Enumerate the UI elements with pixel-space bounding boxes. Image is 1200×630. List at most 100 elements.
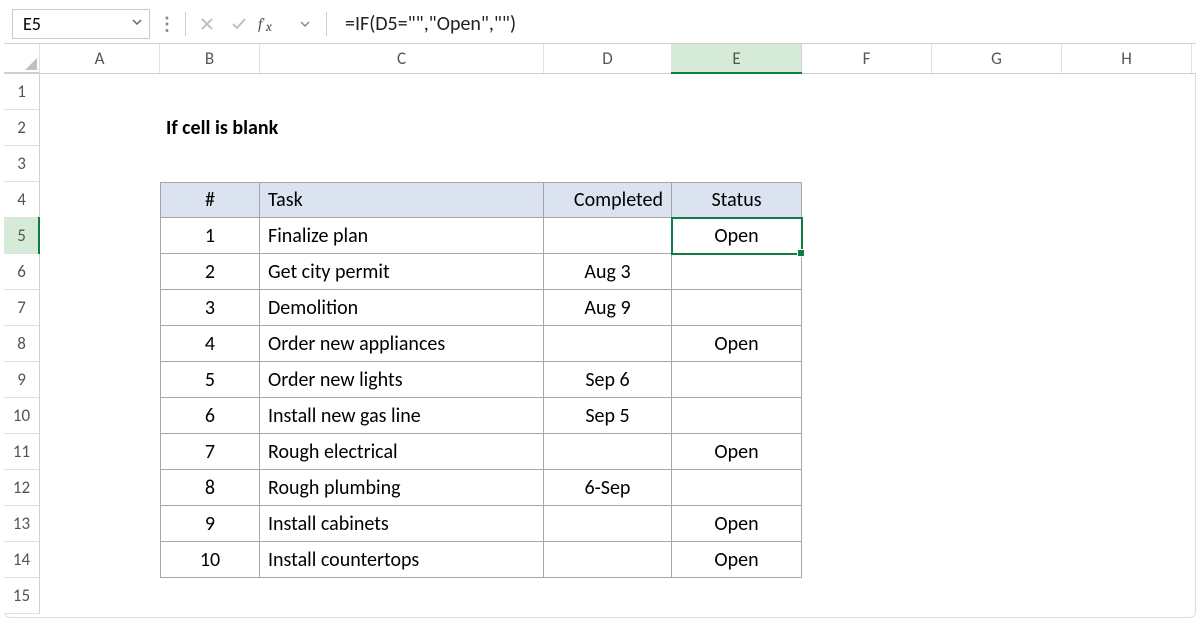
table-header[interactable]: #: [160, 182, 260, 218]
row-header[interactable]: 4: [4, 182, 40, 218]
cell[interactable]: [932, 506, 1062, 542]
formula-input[interactable]: =IF(D5="","Open",""): [335, 12, 516, 36]
col-header[interactable]: A: [40, 44, 160, 73]
cell[interactable]: [1192, 182, 1200, 218]
cell[interactable]: [1192, 218, 1200, 254]
cell[interactable]: [802, 542, 932, 578]
cell[interactable]: [40, 470, 160, 506]
cell[interactable]: [932, 398, 1062, 434]
row-header[interactable]: 10: [4, 398, 40, 434]
table-cell[interactable]: Demolition: [260, 290, 544, 326]
col-header[interactable]: H: [1062, 44, 1192, 73]
table-header[interactable]: Status: [672, 182, 802, 218]
cell[interactable]: [1062, 290, 1192, 326]
cell[interactable]: [1192, 470, 1200, 506]
table-cell[interactable]: [544, 542, 672, 578]
table-cell[interactable]: Install cabinets: [260, 506, 544, 542]
cell[interactable]: [40, 506, 160, 542]
cell[interactable]: [802, 218, 932, 254]
cell[interactable]: [1062, 326, 1192, 362]
cell[interactable]: [40, 434, 160, 470]
cell[interactable]: [40, 290, 160, 326]
table-cell[interactable]: 7: [160, 434, 260, 470]
table-cell[interactable]: [544, 434, 672, 470]
cell[interactable]: [672, 74, 802, 110]
cell[interactable]: [1062, 470, 1192, 506]
cell[interactable]: [1192, 74, 1200, 110]
table-cell[interactable]: 6: [160, 398, 260, 434]
cell[interactable]: [1062, 182, 1192, 218]
table-cell[interactable]: 2: [160, 254, 260, 290]
table-cell[interactable]: 4: [160, 326, 260, 362]
cell[interactable]: [40, 182, 160, 218]
col-header[interactable]: E: [672, 44, 802, 73]
menu-dots-icon[interactable]: ⋮: [156, 13, 177, 35]
selected-cell[interactable]: Open: [672, 218, 802, 254]
cell[interactable]: [260, 74, 544, 110]
cell[interactable]: [1062, 110, 1192, 146]
table-cell[interactable]: Rough electrical: [260, 434, 544, 470]
cell[interactable]: [802, 74, 932, 110]
cell[interactable]: [160, 74, 260, 110]
cancel-icon[interactable]: [194, 11, 220, 37]
table-cell[interactable]: [544, 326, 672, 362]
table-cell[interactable]: Aug 9: [544, 290, 672, 326]
row-header[interactable]: 2: [4, 110, 40, 146]
chevron-down-icon[interactable]: [292, 11, 318, 37]
cell[interactable]: [544, 146, 672, 182]
cell[interactable]: [1192, 110, 1200, 146]
table-cell[interactable]: [544, 506, 672, 542]
cell[interactable]: [40, 326, 160, 362]
cell[interactable]: [932, 434, 1062, 470]
cell[interactable]: [802, 506, 932, 542]
cell[interactable]: [40, 254, 160, 290]
row-header[interactable]: 9: [4, 362, 40, 398]
col-header[interactable]: D: [544, 44, 672, 73]
cell[interactable]: [932, 362, 1062, 398]
row-header[interactable]: 12: [4, 470, 40, 506]
row-header[interactable]: 6: [4, 254, 40, 290]
cell[interactable]: [40, 362, 160, 398]
table-cell[interactable]: [672, 398, 802, 434]
cell[interactable]: [1062, 146, 1192, 182]
fill-handle[interactable]: [797, 249, 805, 257]
cell[interactable]: [40, 542, 160, 578]
cell[interactable]: [1062, 254, 1192, 290]
cell[interactable]: [1192, 506, 1200, 542]
cell[interactable]: [932, 218, 1062, 254]
table-cell[interactable]: Install new gas line: [260, 398, 544, 434]
cell[interactable]: [802, 110, 932, 146]
table-cell[interactable]: Sep 6: [544, 362, 672, 398]
col-header[interactable]: I: [1192, 44, 1200, 73]
table-cell[interactable]: Sep 5: [544, 398, 672, 434]
col-header[interactable]: C: [260, 44, 544, 73]
cell[interactable]: [40, 146, 160, 182]
table-cell[interactable]: 6-Sep: [544, 470, 672, 506]
cell[interactable]: [1062, 542, 1192, 578]
table-cell[interactable]: Install countertops: [260, 542, 544, 578]
row-header[interactable]: 7: [4, 290, 40, 326]
row-header[interactable]: 1: [4, 74, 40, 110]
cell[interactable]: [932, 290, 1062, 326]
cell[interactable]: [260, 578, 544, 614]
cell[interactable]: [160, 578, 260, 614]
table-cell[interactable]: Aug 3: [544, 254, 672, 290]
cell[interactable]: [1192, 398, 1200, 434]
enter-icon[interactable]: [226, 11, 252, 37]
cell[interactable]: [802, 434, 932, 470]
cell[interactable]: [932, 326, 1062, 362]
cell[interactable]: [1192, 434, 1200, 470]
table-cell[interactable]: Rough plumbing: [260, 470, 544, 506]
cell[interactable]: [802, 326, 932, 362]
cell[interactable]: [1062, 218, 1192, 254]
table-cell[interactable]: [672, 362, 802, 398]
cell[interactable]: [802, 146, 932, 182]
table-cell[interactable]: Order new lights: [260, 362, 544, 398]
cell[interactable]: [1062, 506, 1192, 542]
cell[interactable]: [802, 470, 932, 506]
cell[interactable]: [932, 254, 1062, 290]
cell[interactable]: [672, 110, 802, 146]
table-cell[interactable]: Open: [672, 434, 802, 470]
table-header[interactable]: Task: [260, 182, 544, 218]
cell[interactable]: [1062, 398, 1192, 434]
